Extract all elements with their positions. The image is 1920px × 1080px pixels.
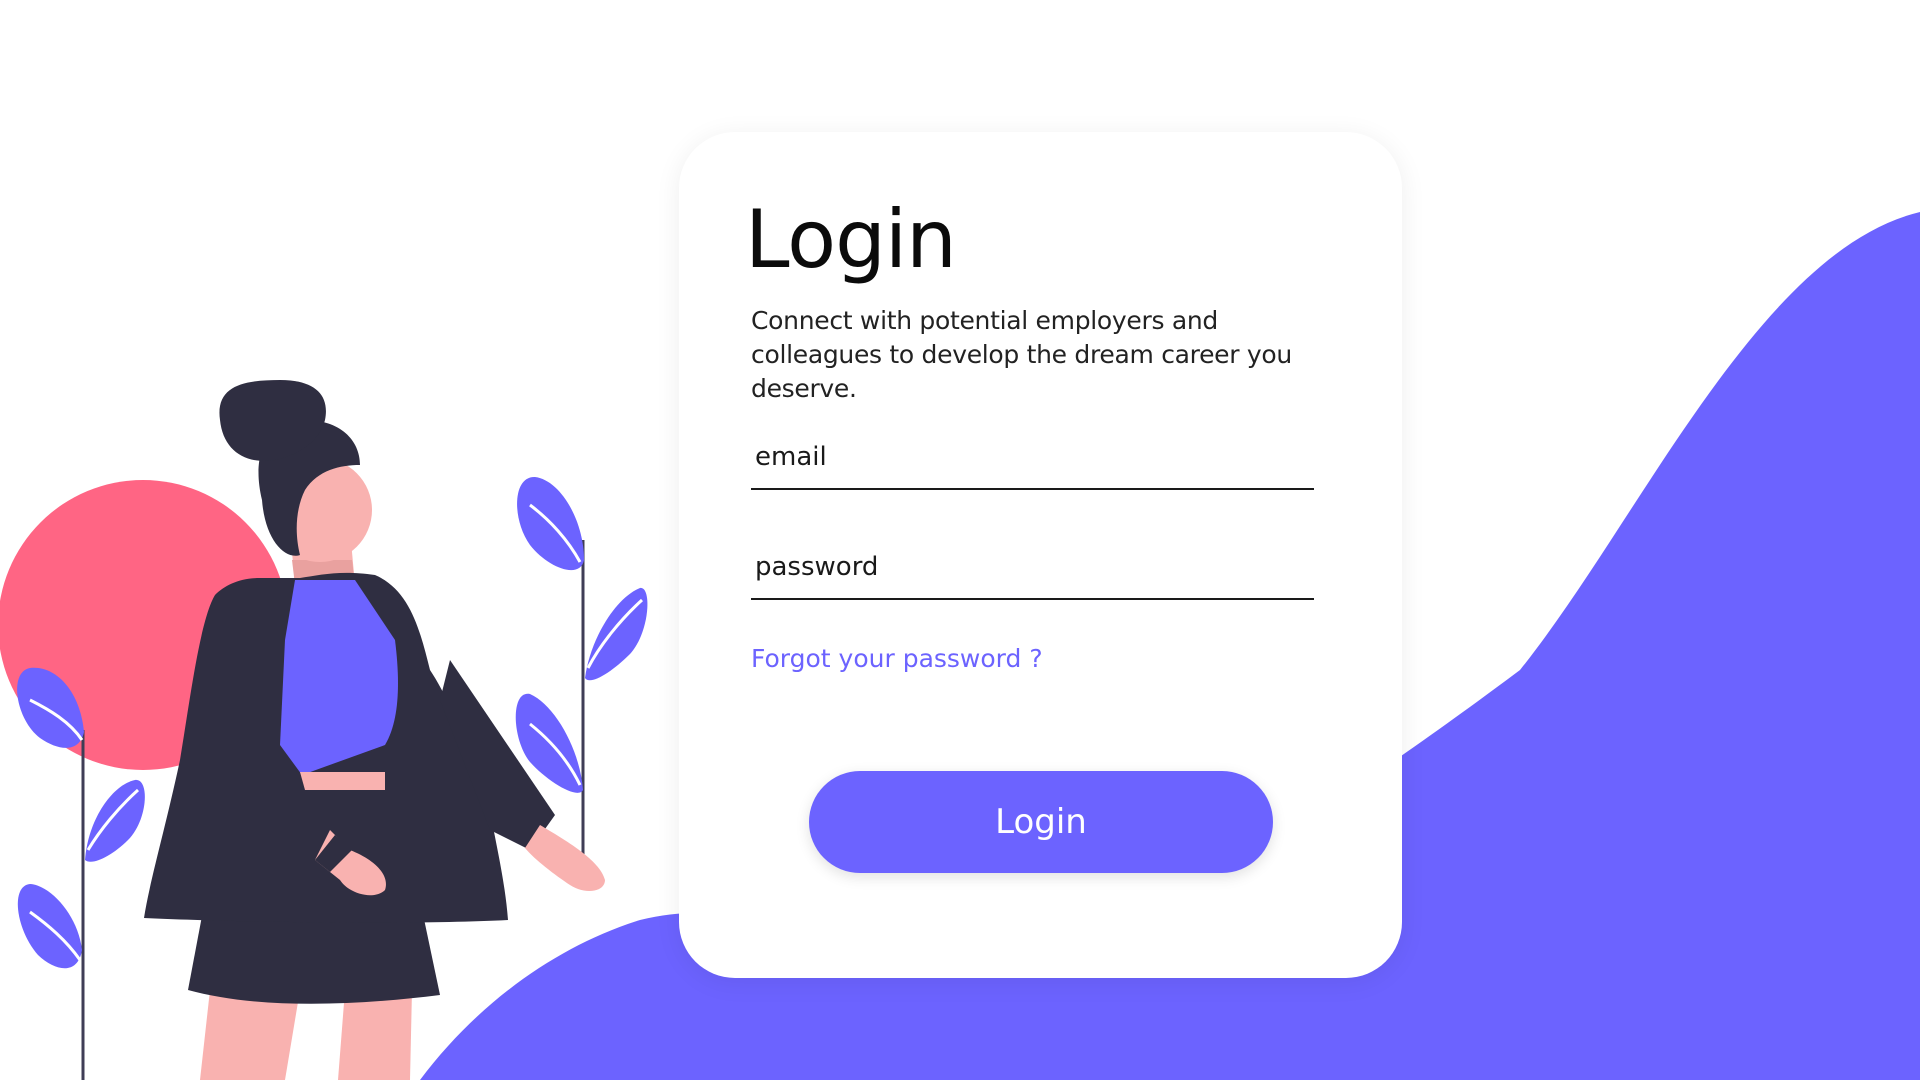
- email-field[interactable]: [751, 434, 1314, 490]
- login-card: Login Connect with potential employers a…: [679, 132, 1402, 978]
- password-field[interactable]: [751, 544, 1314, 600]
- login-page: Login Connect with potential employers a…: [0, 0, 1920, 1080]
- login-subtitle: Connect with potential employers and col…: [751, 306, 1292, 403]
- forgot-password-link[interactable]: Forgot your password ?: [751, 644, 1043, 673]
- login-title: Login: [745, 193, 957, 286]
- person-illustration: [0, 380, 648, 1080]
- login-button[interactable]: Login: [809, 771, 1273, 873]
